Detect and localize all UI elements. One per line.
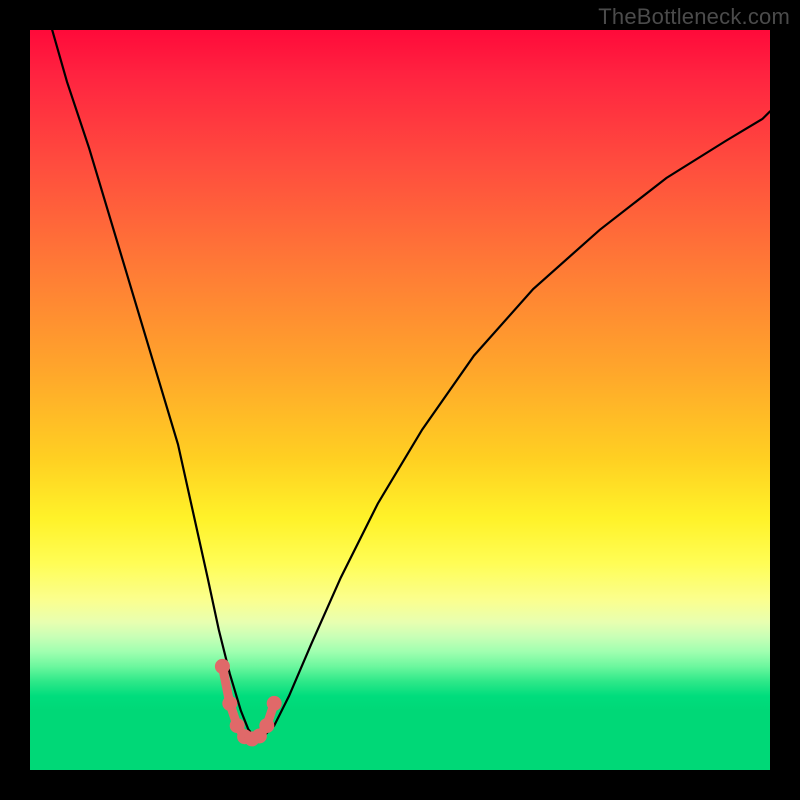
optimal-region-dot: [215, 659, 230, 674]
optimal-region-dot: [222, 696, 237, 711]
curve-layer: [30, 30, 770, 770]
bottleneck-curve-right: [256, 111, 770, 739]
optimal-region-dot: [259, 718, 274, 733]
optimal-region-dots: [215, 659, 282, 747]
bottleneck-curve-left: [52, 30, 256, 739]
chart-container: TheBottleneck.com: [0, 0, 800, 800]
watermark-text: TheBottleneck.com: [598, 4, 790, 30]
plot-area: [30, 30, 770, 770]
optimal-region-dot: [267, 696, 282, 711]
